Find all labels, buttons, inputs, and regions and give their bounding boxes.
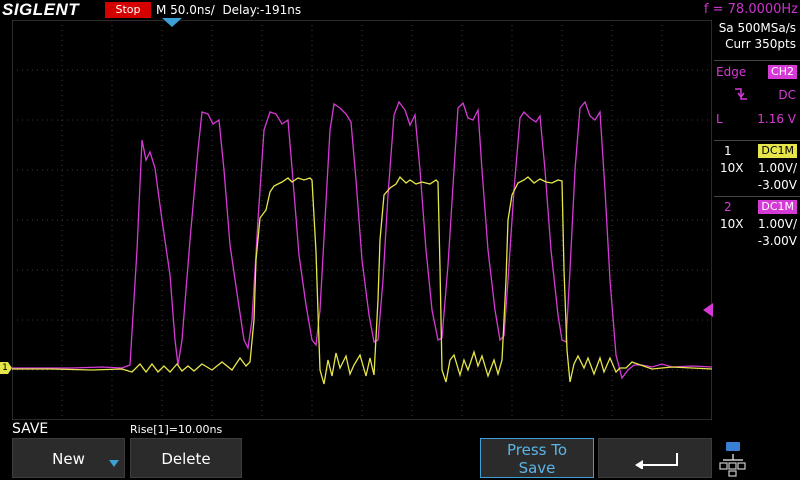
press-to-save-line2: Save [518, 459, 556, 477]
ch2-offset: -3.00V [757, 234, 797, 248]
ch2-coupling: DC1M [758, 200, 797, 214]
timebase-readout: M 50.0ns/ Delay:-191ns [156, 0, 301, 20]
channel-2-info[interactable]: 2 DC1M 10X 1.00V/ -3.00V [714, 196, 800, 253]
ch1-number: 1 [724, 144, 732, 158]
channel-1-info[interactable]: 1 DC1M 10X 1.00V/ -3.00V [714, 140, 800, 197]
ch2-number: 2 [724, 200, 732, 214]
trigger-coupling: DC [778, 88, 796, 102]
ch1-coupling: DC1M [758, 144, 797, 158]
ch1-scale: 1.00V/ [758, 161, 797, 175]
ch1-offset: -3.00V [757, 178, 797, 192]
return-arrow-icon [635, 453, 678, 469]
ch2-scale: 1.00V/ [758, 217, 797, 231]
trigger-level-label: L [716, 112, 723, 126]
trigger-position-marker[interactable] [162, 18, 182, 28]
new-softkey[interactable]: New [12, 438, 125, 478]
timebase-value: M 50.0ns/ [156, 3, 215, 17]
ch2-probe: 10X [720, 217, 744, 231]
falling-edge-icon [735, 88, 747, 100]
acquisition-info[interactable]: Sa 500MSa/s Curr 350pts [714, 20, 800, 60]
trigger-info[interactable]: Edge CH2 DC L 1.16 V [714, 60, 800, 137]
delete-softkey[interactable]: Delete [130, 438, 242, 478]
delete-softkey-label: Delete [161, 450, 211, 468]
menu-title: SAVE [12, 421, 49, 437]
run-stop-status[interactable]: Stop [105, 2, 151, 18]
chevron-down-icon [109, 460, 119, 467]
waveform-display[interactable] [12, 20, 712, 420]
back-softkey[interactable] [598, 438, 712, 478]
network-icon[interactable] [718, 438, 798, 478]
trigger-level: 1.16 V [757, 112, 796, 126]
delay-value: Delay:-191ns [222, 3, 302, 17]
memory-depth: Curr 350pts [725, 37, 796, 51]
measurement-readout: Rise[1]=10.00ns [130, 423, 223, 436]
trigger-type: Edge [716, 65, 747, 79]
trigger-source: CH2 [768, 65, 797, 79]
ch1-probe: 10X [720, 161, 744, 175]
press-to-save-line1: Press To [506, 441, 568, 459]
trigger-level-marker[interactable] [703, 303, 713, 317]
press-to-save-softkey[interactable]: Press To Save [480, 438, 594, 478]
frequency-counter: f = 78.0000Hz [703, 2, 798, 17]
ch1-offset-marker-label: 1 [2, 363, 8, 373]
new-softkey-label: New [52, 450, 85, 468]
sample-rate: Sa 500MSa/s [718, 21, 796, 35]
brand-logo: SIGLENT [2, 0, 80, 19]
